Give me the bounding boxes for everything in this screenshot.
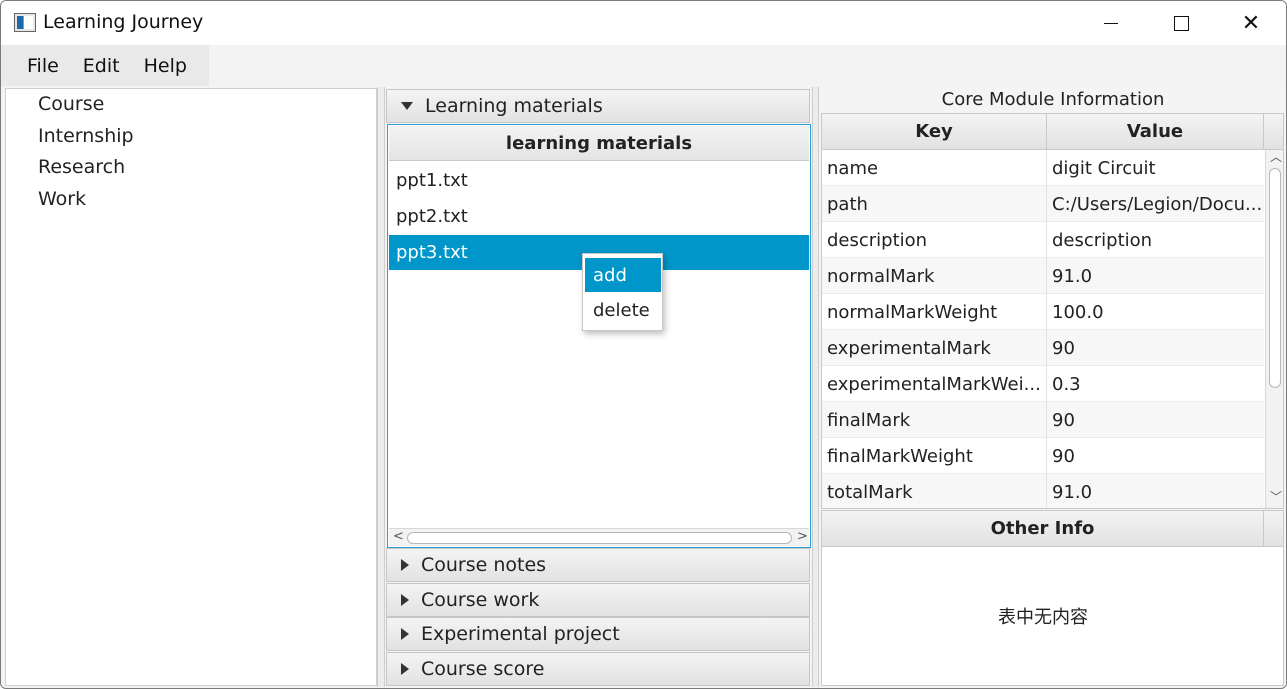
info-pane: Core Module Information Key Value name d… bbox=[820, 88, 1286, 686]
accordion-title: Course notes bbox=[421, 554, 547, 576]
table-row[interactable]: normalMarkWeight 100.0 bbox=[822, 294, 1264, 330]
minimize-icon bbox=[1104, 22, 1118, 24]
accordion-title: Experimental project bbox=[421, 623, 620, 645]
horizontal-scrollbar[interactable]: < > bbox=[389, 528, 809, 546]
menu-edit[interactable]: Edit bbox=[71, 55, 132, 77]
row-value: digit Circuit bbox=[1052, 157, 1156, 179]
row-key: experimentalMark bbox=[822, 330, 1047, 366]
split-divider-right[interactable] bbox=[812, 87, 819, 687]
collapse-arrow-icon bbox=[401, 663, 409, 675]
tree-item-work[interactable]: Work bbox=[38, 188, 86, 210]
accordion-title: Course score bbox=[421, 658, 545, 680]
scroll-down-icon[interactable]: ﹀ bbox=[1270, 488, 1282, 505]
app-icon bbox=[14, 13, 36, 32]
tree-item-course[interactable]: Course bbox=[38, 93, 104, 115]
core-module-title: Core Module Information bbox=[941, 89, 1165, 110]
accordion-title: Learning materials bbox=[425, 95, 603, 117]
row-key: normalMarkWeight bbox=[822, 294, 1047, 330]
list-item[interactable]: ppt2.txt bbox=[389, 199, 809, 234]
window-title: Learning Journey bbox=[43, 11, 204, 33]
menu-bar: File Edit Help bbox=[1, 45, 1286, 86]
list-item[interactable]: ppt1.txt bbox=[389, 163, 809, 198]
row-key: finalMarkWeight bbox=[822, 438, 1047, 474]
scrollbar-thumb[interactable] bbox=[407, 532, 792, 544]
row-value: 90 bbox=[1052, 337, 1075, 359]
core-module-table[interactable]: Key Value name digit Circuit path C:/Use… bbox=[821, 113, 1284, 509]
collapse-arrow-icon bbox=[401, 628, 409, 640]
collapse-arrow-icon bbox=[401, 559, 409, 571]
close-icon: ✕ bbox=[1241, 10, 1261, 36]
row-value: 0.3 bbox=[1052, 373, 1081, 395]
accordion-experimental-project[interactable]: Experimental project bbox=[386, 617, 810, 651]
row-value: 90 bbox=[1052, 409, 1075, 431]
row-value: C:/Users/Legion/Docu... bbox=[1052, 193, 1263, 215]
accordion-learning-materials[interactable]: Learning materials bbox=[386, 89, 810, 123]
list-column-header[interactable]: learning materials bbox=[389, 126, 809, 161]
tree-item-internship[interactable]: Internship bbox=[38, 125, 134, 147]
row-value: 90 bbox=[1052, 445, 1075, 467]
maximize-icon bbox=[1173, 15, 1189, 31]
scroll-up-icon[interactable]: ︿ bbox=[1270, 148, 1282, 165]
table-row[interactable]: experimentalMark 90 bbox=[822, 330, 1264, 366]
learning-materials-list[interactable]: learning materials ppt1.txt ppt2.txt ppt… bbox=[387, 124, 811, 548]
accordion-title: Course work bbox=[421, 589, 540, 611]
header-corner bbox=[1264, 511, 1283, 547]
accordion-course-work[interactable]: Course work bbox=[386, 583, 810, 617]
row-key: finalMark bbox=[822, 402, 1047, 438]
other-info-header[interactable]: Other Info bbox=[822, 511, 1264, 547]
table-row[interactable]: description description bbox=[822, 222, 1264, 258]
row-key: totalMark bbox=[822, 474, 1047, 508]
other-info-table[interactable]: Other Info 表中无内容 bbox=[821, 510, 1284, 686]
row-key: normalMark bbox=[822, 258, 1047, 294]
menu-bar-items: File Edit Help bbox=[1, 45, 209, 86]
maximize-button[interactable] bbox=[1146, 1, 1216, 45]
title-bar[interactable]: Learning Journey ✕ bbox=[1, 1, 1286, 45]
table-row[interactable]: finalMarkWeight 90 bbox=[822, 438, 1264, 474]
row-key: experimentalMarkWei... bbox=[822, 366, 1047, 402]
vertical-scrollbar[interactable]: ︿ ﹀ bbox=[1265, 150, 1283, 508]
scroll-right-icon[interactable]: > bbox=[797, 529, 808, 544]
row-key: description bbox=[822, 222, 1047, 258]
collapse-arrow-icon bbox=[401, 594, 409, 606]
context-menu: add delete bbox=[582, 253, 663, 331]
menu-help[interactable]: Help bbox=[132, 55, 199, 77]
header-corner bbox=[1264, 114, 1283, 150]
scroll-left-icon[interactable]: < bbox=[393, 529, 404, 544]
empty-table-placeholder: 表中无内容 bbox=[998, 607, 1088, 628]
close-button[interactable]: ✕ bbox=[1216, 1, 1286, 45]
table-row[interactable]: experimentalMarkWei... 0.3 bbox=[822, 366, 1264, 402]
table-row[interactable]: finalMark 90 bbox=[822, 402, 1264, 438]
table-row[interactable]: totalMark 91.0 bbox=[822, 474, 1264, 508]
accordion-course-notes[interactable]: Course notes bbox=[386, 548, 810, 582]
table-row[interactable]: name digit Circuit bbox=[822, 150, 1264, 186]
row-value: 91.0 bbox=[1052, 265, 1093, 287]
split-divider-left[interactable] bbox=[377, 87, 385, 687]
context-menu-delete[interactable]: delete bbox=[585, 293, 661, 327]
category-tree: Course Internship Research Work bbox=[5, 88, 377, 686]
app-window: Learning Journey ✕ File Edit Help Course… bbox=[0, 0, 1287, 689]
row-value: description bbox=[1052, 229, 1153, 251]
minimize-button[interactable] bbox=[1076, 1, 1146, 45]
tree-item-research[interactable]: Research bbox=[38, 156, 125, 178]
menu-file[interactable]: File bbox=[15, 55, 71, 77]
expand-arrow-icon bbox=[401, 102, 413, 110]
row-value: 91.0 bbox=[1052, 481, 1093, 503]
row-value: 100.0 bbox=[1052, 301, 1104, 323]
accordion-course-score[interactable]: Course score bbox=[386, 652, 810, 686]
column-header-key[interactable]: Key bbox=[822, 114, 1047, 150]
scrollbar-thumb[interactable] bbox=[1269, 168, 1281, 388]
context-menu-add[interactable]: add bbox=[585, 258, 661, 292]
table-row[interactable]: normalMark 91.0 bbox=[822, 258, 1264, 294]
table-row[interactable]: path C:/Users/Legion/Docu... bbox=[822, 186, 1264, 222]
row-key: name bbox=[822, 150, 1047, 186]
column-header-value[interactable]: Value bbox=[1047, 114, 1264, 150]
row-key: path bbox=[822, 186, 1047, 222]
